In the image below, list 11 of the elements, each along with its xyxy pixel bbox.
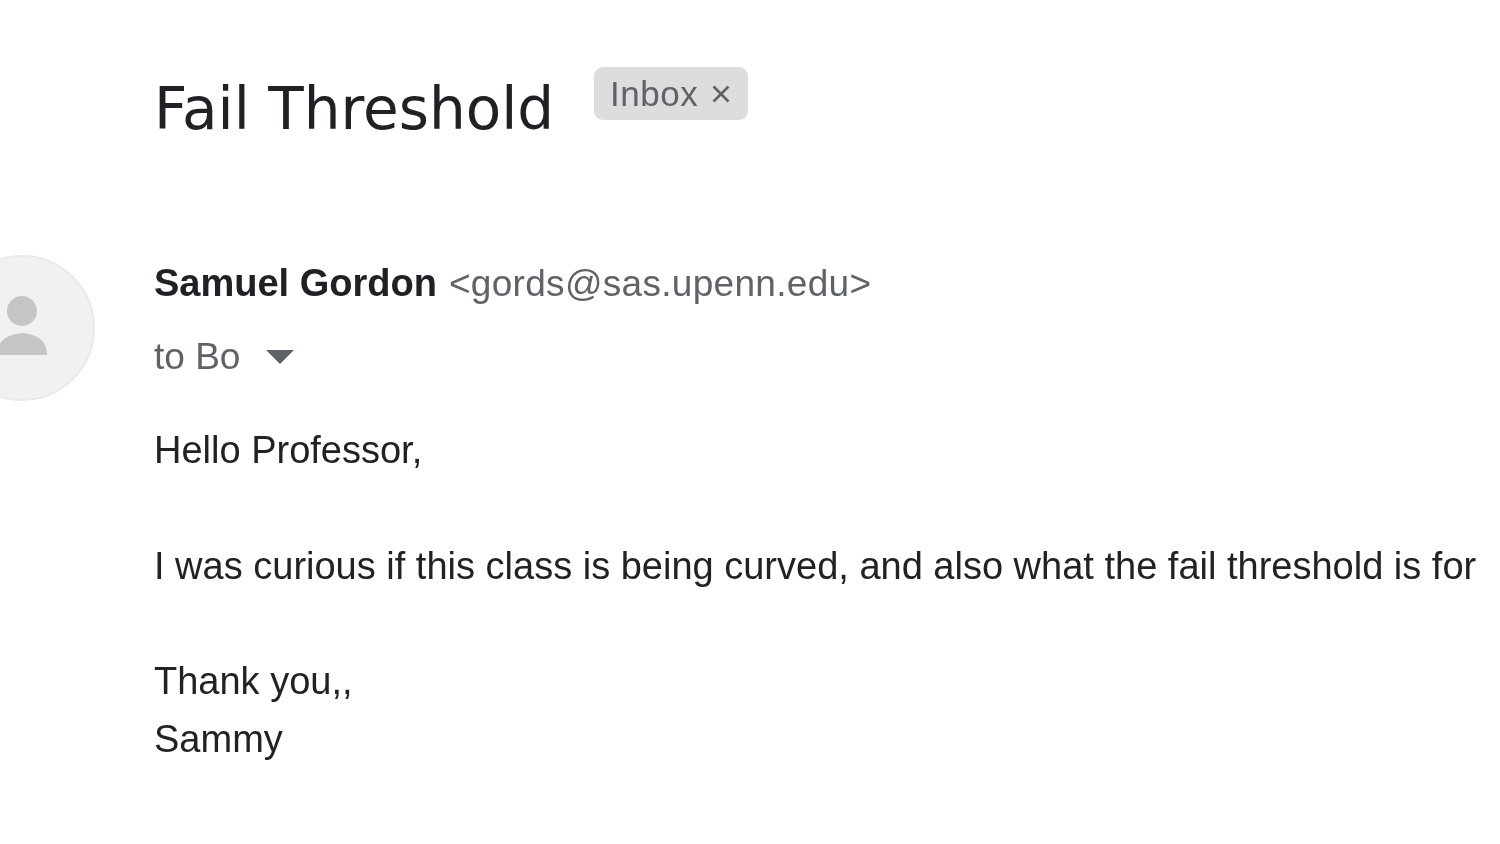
sender-name: Samuel Gordon: [154, 262, 437, 305]
label-text: Inbox: [610, 73, 699, 114]
body-text: Sammy: [154, 716, 283, 762]
body-text: I was curious if this class is being curved, and also what the fail threshold is for: [154, 543, 1477, 589]
email-subject: Fail Threshold: [154, 76, 555, 142]
caret-icon[interactable]: [266, 350, 295, 364]
sender-email: <gords@sas.upenn.edu>: [448, 263, 872, 305]
body-text: Thank you,,: [154, 659, 353, 704]
body-text: Hello Professor,: [154, 428, 423, 473]
recipients-text: to Bo: [154, 336, 241, 378]
close-icon[interactable]: [712, 84, 731, 103]
